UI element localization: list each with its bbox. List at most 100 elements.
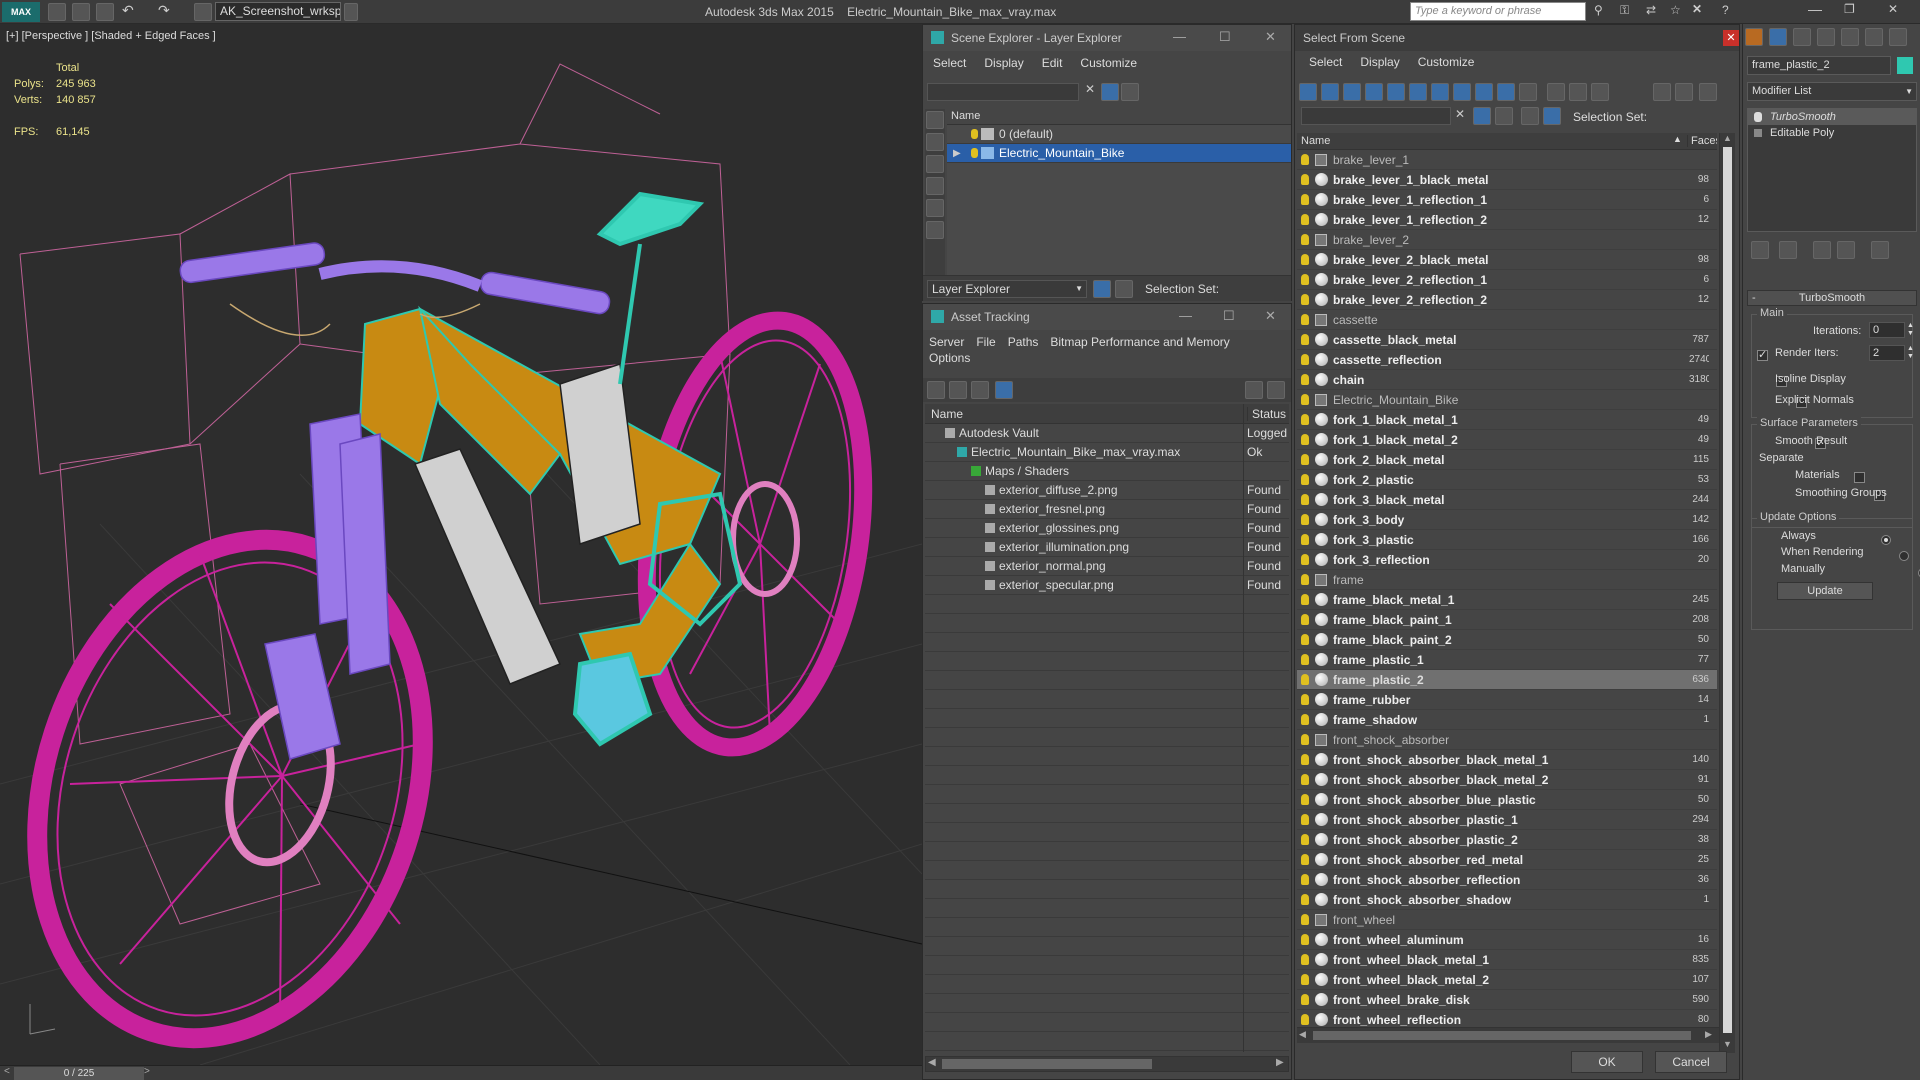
hierarchy-mode-icon[interactable] (1543, 107, 1561, 125)
layer-row[interactable]: 0 (default) (947, 125, 1291, 144)
create-tab-icon[interactable] (1745, 28, 1763, 46)
time-slider[interactable]: 0 / 225 (14, 1067, 144, 1080)
scroll-left-icon[interactable]: ◀ (928, 1057, 936, 1068)
configure-sets-icon[interactable] (1871, 241, 1889, 259)
sfs-col-faces[interactable]: Faces (1687, 135, 1717, 147)
scene-object-row[interactable]: fork_2_plastic 53 (1297, 470, 1717, 490)
asset-col-name[interactable]: Name (931, 407, 963, 421)
menu-display[interactable]: Display (984, 56, 1023, 70)
scene-object-row[interactable]: front_shock_absorber_reflection 36 (1297, 870, 1717, 890)
scene-object-row[interactable]: fork_3_reflection 20 (1297, 550, 1717, 570)
layer-col-name[interactable]: Name (947, 107, 1291, 125)
object-name-field[interactable]: frame_plastic_2 (1747, 56, 1891, 75)
scene-object-row[interactable]: fork_3_plastic 166 (1297, 530, 1717, 550)
scene-object-row[interactable]: brake_lever_2_reflection_1 6 (1297, 270, 1717, 290)
utilities-tab-icon[interactable] (1865, 28, 1883, 46)
maximize-icon[interactable]: ☐ (1223, 308, 1235, 324)
extra-tab-icon[interactable] (1889, 28, 1907, 46)
layers-options-icon[interactable] (1121, 83, 1139, 101)
display-containers-icon[interactable] (1497, 83, 1515, 101)
scene-object-row[interactable]: frame_black_paint_1 208 (1297, 610, 1717, 630)
scene-object-row[interactable]: front_shock_absorber_black_metal_1 140 (1297, 750, 1717, 770)
scene-object-row[interactable]: brake_lever_1 (1297, 150, 1717, 170)
scene-object-row[interactable]: front_shock_absorber_black_metal_2 91 (1297, 770, 1717, 790)
refresh-icon[interactable] (927, 381, 945, 399)
list-view-icon[interactable] (949, 381, 967, 399)
turbosmooth-rollout-header[interactable]: - TurboSmooth (1747, 290, 1917, 306)
scene-object-row[interactable]: front_wheel_aluminum 16 (1297, 930, 1717, 950)
sfs-v-scrollbar[interactable]: ▲ ▼ (1719, 133, 1735, 1053)
render-iters-spinner[interactable]: 2 (1869, 345, 1905, 361)
find-case-icon[interactable] (1495, 107, 1513, 125)
scene-object-row[interactable]: front_shock_absorber_shadow 1 (1297, 890, 1717, 910)
scene-object-row[interactable]: front_shock_absorber_blue_plastic 50 (1297, 790, 1717, 810)
scroll-right-icon[interactable]: ▶ (1276, 1057, 1284, 1068)
filter-icon[interactable] (1101, 83, 1119, 101)
scene-object-row[interactable]: frame_rubber 14 (1297, 690, 1717, 710)
display-lights-icon[interactable] (1343, 83, 1361, 101)
hierarchy-tab-icon[interactable] (1793, 28, 1811, 46)
scene-object-row[interactable]: frame (1297, 570, 1717, 590)
pin-stack-icon[interactable] (1751, 241, 1769, 259)
scroll-thumb[interactable] (942, 1059, 1152, 1069)
scene-object-row[interactable]: brake_lever_2_black_metal 98 (1297, 250, 1717, 270)
scroll-right-icon[interactable]: ▶ (1705, 1029, 1712, 1040)
scene-object-row[interactable]: chain 3180 (1297, 370, 1717, 390)
x-icon[interactable]: ✕ (1692, 2, 1702, 16)
scene-object-row[interactable]: fork_3_black_metal 244 (1297, 490, 1717, 510)
menu-paths[interactable]: Paths (1008, 335, 1039, 349)
menu-bitmap-performance[interactable]: Bitmap Performance and Memory (1050, 335, 1229, 349)
menu-customize[interactable]: Customize (1080, 56, 1137, 70)
select-from-scene-titlebar[interactable]: Select From Scene ✕ (1295, 25, 1739, 51)
scene-explorer-titlebar[interactable]: Scene Explorer - Layer Explorer — ☐ ✕ (923, 25, 1291, 51)
exchange-icon[interactable]: ⇄ (1646, 3, 1656, 17)
always-radio[interactable] (1881, 534, 1892, 545)
scene-object-row[interactable]: cassette_reflection 2740 (1297, 350, 1717, 370)
scene-object-row[interactable]: front_wheel_brake_disk 590 (1297, 990, 1717, 1010)
scene-object-row[interactable]: brake_lever_1_black_metal 98 (1297, 170, 1717, 190)
display-cameras-icon[interactable] (1365, 83, 1383, 101)
clear-search-icon[interactable]: ✕ (1455, 107, 1465, 121)
layer-row[interactable]: ▶ Electric_Mountain_Bike (947, 144, 1291, 163)
scene-object-row[interactable]: frame_shadow 1 (1297, 710, 1717, 730)
key-icon[interactable]: ⚿ (1620, 3, 1629, 18)
asset-row[interactable]: exterior_fresnel.png Found (925, 500, 1289, 519)
menu-display[interactable]: Display (1360, 55, 1399, 69)
scene-object-row[interactable]: brake_lever_2_reflection_2 12 (1297, 290, 1717, 310)
scene-object-row[interactable]: brake_lever_1_reflection_1 6 (1297, 190, 1717, 210)
motion-tab-icon[interactable] (1817, 28, 1835, 46)
close-icon[interactable]: ✕ (1723, 30, 1739, 46)
scene-object-row[interactable]: fork_1_black_metal_2 49 (1297, 430, 1717, 450)
search-input[interactable]: Type a keyword or phrase (1410, 2, 1586, 21)
scene-object-row[interactable]: front_shock_absorber_plastic_2 38 (1297, 830, 1717, 850)
light-bulb-icon[interactable] (971, 148, 978, 158)
layer-mode-icon[interactable] (1521, 107, 1539, 125)
display-invert-icon[interactable] (1591, 83, 1609, 101)
asset-row[interactable]: exterior_illumination.png Found (925, 538, 1289, 557)
hierarchy-mode-icon[interactable] (1115, 280, 1133, 298)
save-file-icon[interactable] (96, 3, 114, 21)
scroll-down-icon[interactable]: ▼ (1723, 1039, 1732, 1049)
asset-row[interactable]: exterior_normal.png Found (925, 557, 1289, 576)
restore-icon[interactable]: ❐ (1844, 2, 1855, 16)
display-geometry-icon[interactable] (1299, 83, 1317, 101)
perspective-viewport[interactable]: [+] [Perspective ] [Shaded + Edged Faces… (0, 24, 922, 1065)
display-geometry-icon[interactable] (926, 133, 944, 151)
scroll-thumb[interactable] (1723, 147, 1732, 1033)
show-end-result-icon[interactable] (1779, 241, 1797, 259)
display-shapes-icon[interactable] (1321, 83, 1339, 101)
scroll-up-icon[interactable]: ▲ (1723, 133, 1732, 143)
remove-modifier-icon[interactable] (1837, 241, 1855, 259)
display-cameras-icon[interactable] (926, 199, 944, 217)
display-none-icon[interactable] (1569, 83, 1587, 101)
display-xrefs-icon[interactable] (1453, 83, 1471, 101)
light-bulb-icon[interactable] (971, 129, 978, 139)
iterations-spinner[interactable]: 0 (1869, 322, 1905, 338)
close-icon[interactable]: ✕ (1265, 29, 1276, 45)
explorer-type-dropdown[interactable]: Layer Explorer ▼ (927, 280, 1087, 298)
minimize-icon[interactable]: — (1173, 29, 1186, 44)
object-color-swatch[interactable] (1897, 57, 1913, 74)
scene-object-row[interactable]: front_wheel_black_metal_2 107 (1297, 970, 1717, 990)
display-none-icon[interactable] (926, 111, 944, 129)
make-unique-icon[interactable] (1813, 241, 1831, 259)
